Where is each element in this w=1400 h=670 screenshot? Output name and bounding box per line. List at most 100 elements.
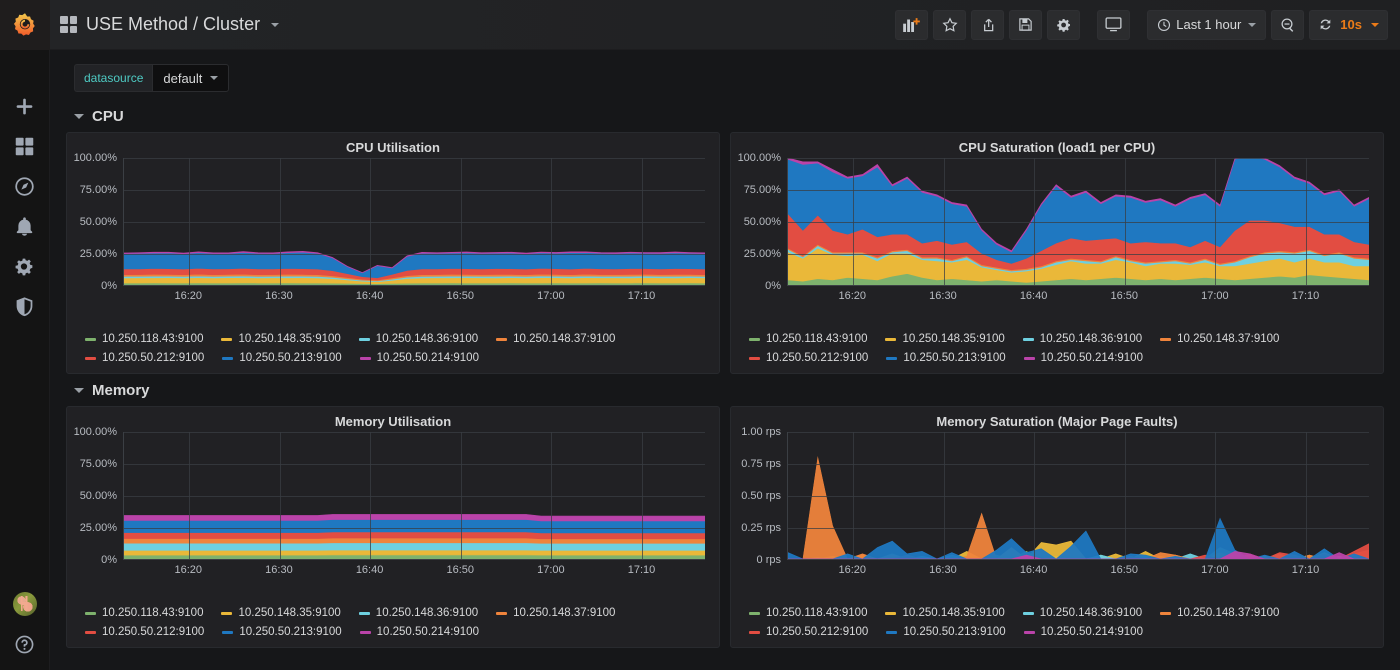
legend-item[interactable]: 10.250.50.213:9100 xyxy=(222,350,342,366)
legend-item[interactable]: 10.250.118.43:9100 xyxy=(749,331,867,347)
zoom-out-button[interactable] xyxy=(1271,9,1305,40)
gridline-vertical xyxy=(279,432,281,559)
legend-item[interactable]: 10.250.148.35:9100 xyxy=(885,605,1005,621)
legend-label: 10.250.50.212:9100 xyxy=(766,352,869,364)
legend-item[interactable]: 10.250.50.212:9100 xyxy=(749,350,868,366)
legend-item[interactable]: 10.250.148.35:9100 xyxy=(885,331,1005,347)
graph-area[interactable]: 0% 25.00% 50.00% 75.00% 100.00% 16:20 16:30 16… xyxy=(731,152,1383,316)
legend-color-swatch xyxy=(221,337,233,341)
graph-area[interactable]: 0% 25.00% 50.00% 75.00% 100.00% 16:20 16:30 16… xyxy=(67,426,719,590)
chevron-down-icon xyxy=(1248,22,1257,27)
kiosk-mode-button[interactable] xyxy=(1097,9,1131,40)
template-variable-datasource[interactable]: datasource default xyxy=(74,64,230,92)
plot-area[interactable] xyxy=(123,432,705,560)
legend-color-swatch xyxy=(885,337,897,341)
legend-item[interactable]: 10.250.148.36:9100 xyxy=(358,331,478,347)
legend-item[interactable]: 10.250.50.214:9100 xyxy=(359,624,479,640)
sidebar-item-configuration[interactable] xyxy=(0,246,50,286)
panel-cpu-saturation[interactable]: CPU Saturation (load1 per CPU) 0% 25.00% 5… xyxy=(730,132,1384,374)
legend-item[interactable]: 10.250.50.212:9100 xyxy=(749,624,868,640)
legend-item[interactable]: 10.250.148.36:9100 xyxy=(1022,605,1142,621)
legend-label: 10.250.50.212:9100 xyxy=(766,626,869,638)
legend-color-swatch xyxy=(85,356,96,360)
save-button[interactable] xyxy=(1009,9,1043,40)
legend-item[interactable]: 10.250.148.37:9100 xyxy=(496,331,615,347)
legend-label: 10.250.50.213:9100 xyxy=(239,352,342,364)
row-header-memory[interactable]: Memory xyxy=(64,374,1386,406)
sidebar-item-help[interactable] xyxy=(0,624,50,664)
plot-area[interactable] xyxy=(123,158,705,286)
row-header-cpu[interactable]: CPU xyxy=(64,100,1386,132)
share-button[interactable] xyxy=(971,9,1005,40)
legend-item[interactable]: 10.250.50.213:9100 xyxy=(222,624,342,640)
legend-item[interactable]: 10.250.50.212:9100 xyxy=(85,350,204,366)
legend-item[interactable]: 10.250.118.43:9100 xyxy=(749,605,867,621)
x-axis-tick: 16:40 xyxy=(1019,290,1048,302)
x-axis-tick: 16:50 xyxy=(446,290,474,302)
panel-legend[interactable]: 10.250.118.43:9100 10.250.148.35:9100 10.2… xyxy=(731,327,1383,373)
legend-item[interactable]: 10.250.50.214:9100 xyxy=(1023,624,1143,640)
legend-label: 10.250.148.35:9100 xyxy=(238,333,341,345)
legend-color-swatch xyxy=(1160,611,1172,615)
legend-item[interactable]: 10.250.118.43:9100 xyxy=(85,605,203,621)
panel-legend[interactable]: 10.250.118.43:9100 10.250.148.35:9100 10.2… xyxy=(67,601,719,647)
graph-area[interactable]: 0% 25.00% 50.00% 75.00% 100.00% 16:20 16:30 16… xyxy=(67,152,719,316)
time-range-picker[interactable]: Last 1 hour xyxy=(1147,9,1267,40)
panel-title: Memory Saturation (Major Page Faults) xyxy=(936,414,1178,429)
legend-label: 10.250.50.213:9100 xyxy=(239,626,342,638)
panel-cpu-utilisation[interactable]: CPU Utilisation 0% 25.00% 50.00% 75.00% 100.… xyxy=(66,132,720,374)
panel-memory-saturation[interactable]: Memory Saturation (Major Page Faults) 0 … xyxy=(730,406,1384,648)
add-panel-button[interactable] xyxy=(895,9,929,40)
panel-legend[interactable]: 10.250.118.43:9100 10.250.148.35:9100 10.2… xyxy=(731,601,1383,647)
star-button[interactable] xyxy=(933,9,967,40)
legend-label: 10.250.148.37:9100 xyxy=(1177,607,1280,619)
legend-item[interactable]: 10.250.148.36:9100 xyxy=(358,605,478,621)
legend-item[interactable]: 10.250.50.212:9100 xyxy=(85,624,204,640)
gridline-vertical xyxy=(189,432,191,559)
sidebar-item-explore[interactable] xyxy=(0,166,50,206)
x-axis-tick: 16:30 xyxy=(929,290,957,302)
chevron-down-icon[interactable] xyxy=(271,22,280,27)
x-axis-tick: 17:10 xyxy=(1291,290,1320,302)
dashboard-breadcrumb[interactable]: USE Method / Cluster xyxy=(60,14,280,35)
gridline-vertical xyxy=(1305,432,1307,559)
variable-value-dropdown[interactable]: default xyxy=(152,64,230,92)
x-axis-tick: 17:10 xyxy=(627,564,656,576)
refresh-controls[interactable]: 10s xyxy=(1309,9,1388,40)
legend-item[interactable]: 10.250.118.43:9100 xyxy=(85,331,203,347)
legend-item[interactable]: 10.250.148.35:9100 xyxy=(221,331,341,347)
gridline-vertical xyxy=(1215,432,1217,559)
panel-legend[interactable]: 10.250.118.43:9100 10.250.148.35:9100 10.2… xyxy=(67,327,719,373)
legend-item[interactable]: 10.250.50.214:9100 xyxy=(1023,350,1143,366)
legend-label: 10.250.50.214:9100 xyxy=(376,626,479,638)
dashboard-settings-button[interactable] xyxy=(1047,9,1081,40)
legend-item[interactable]: 10.250.148.37:9100 xyxy=(496,605,615,621)
legend-item[interactable]: 10.250.50.213:9100 xyxy=(886,624,1006,640)
gridline-horizontal xyxy=(788,254,1369,255)
legend-item[interactable]: 10.250.148.37:9100 xyxy=(1160,331,1279,347)
legend-color-swatch xyxy=(358,337,370,341)
sidebar-item-user-avatar[interactable] xyxy=(0,584,50,624)
legend-item[interactable]: 10.250.148.37:9100 xyxy=(1160,605,1279,621)
legend-item[interactable]: 10.250.148.35:9100 xyxy=(221,605,341,621)
monitor-icon xyxy=(1105,17,1122,32)
sidebar-item-dashboards[interactable] xyxy=(0,126,50,166)
legend-item[interactable]: 10.250.50.213:9100 xyxy=(886,350,1006,366)
legend-item[interactable]: 10.250.50.214:9100 xyxy=(359,350,479,366)
legend-item[interactable]: 10.250.148.36:9100 xyxy=(1022,331,1142,347)
sidebar-item-server-admin[interactable] xyxy=(0,286,50,326)
x-axis-tick: 17:00 xyxy=(537,290,565,302)
sidebar-item-alerting[interactable] xyxy=(0,206,50,246)
y-axis-tick: 25.00% xyxy=(79,522,117,534)
graph-area[interactable]: 0 rps 0.25 rps 0.50 rps 0.75 rps 1.00 rps 16… xyxy=(731,426,1383,590)
panel-memory-utilisation[interactable]: Memory Utilisation 0% 25.00% 50.00% 75.00% 1… xyxy=(66,406,720,648)
grafana-logo-icon[interactable] xyxy=(0,0,50,50)
plot-area[interactable] xyxy=(787,432,1369,560)
plot-area[interactable] xyxy=(787,158,1369,286)
legend-label: 10.250.50.212:9100 xyxy=(102,352,205,364)
sidebar-item-create-add[interactable] xyxy=(0,86,50,126)
legend-color-swatch xyxy=(749,611,760,615)
legend-color-swatch xyxy=(749,337,760,341)
refresh-interval-label: 10s xyxy=(1340,17,1362,32)
gridline-horizontal xyxy=(124,190,705,191)
